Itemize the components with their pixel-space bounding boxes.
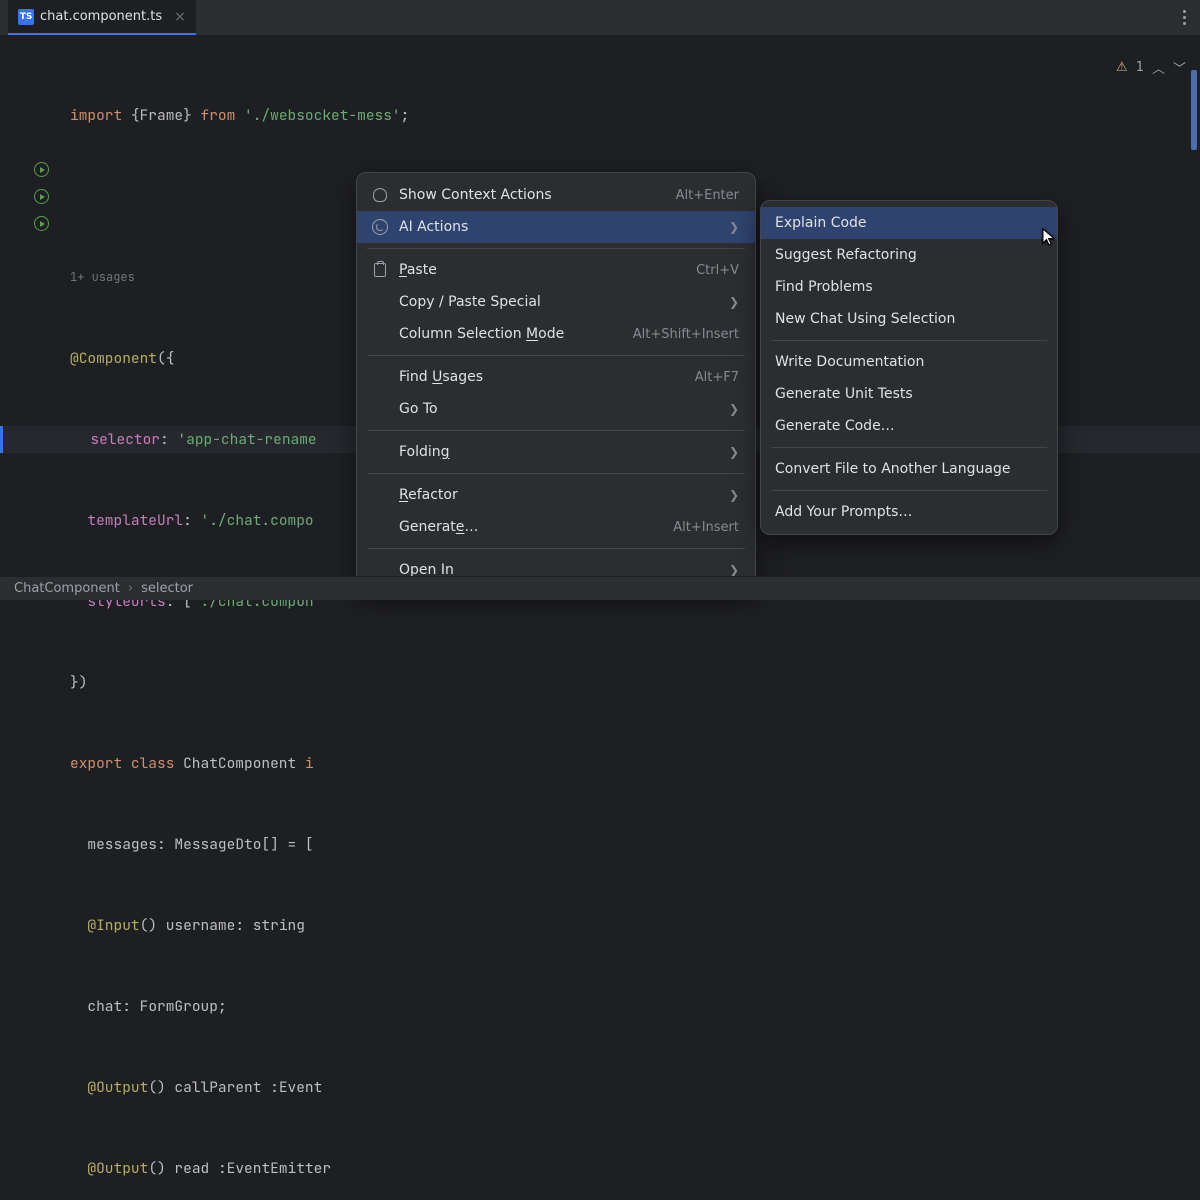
breadcrumb-part[interactable]: selector [141, 581, 193, 596]
typescript-file-icon: TS [18, 9, 34, 25]
menu-separator [367, 473, 745, 474]
breadcrumb-separator-icon: › [128, 581, 133, 596]
menu-item-find-problems[interactable]: Find Problems [761, 271, 1057, 303]
menu-separator [771, 490, 1047, 491]
run-gutter-icon[interactable] [34, 216, 49, 231]
ai-actions-submenu: Explain Code Suggest Refactoring Find Pr… [760, 200, 1058, 535]
menu-item-go-to[interactable]: Go To ❯ [357, 393, 755, 425]
menu-item-refactor[interactable]: Refactor ❯ [357, 479, 755, 511]
submenu-arrow-icon: ❯ [729, 488, 739, 502]
editor-tab-active[interactable]: TS chat.component.ts × [8, 0, 196, 35]
menu-separator [367, 548, 745, 549]
menu-item-suggest-refactoring[interactable]: Suggest Refactoring [761, 239, 1057, 271]
close-tab-icon[interactable]: × [174, 9, 186, 25]
menu-item-explain-code[interactable]: Explain Code [761, 207, 1057, 239]
mouse-cursor-icon [1042, 228, 1056, 246]
tab-filename: chat.component.ts [40, 9, 162, 24]
breadcrumb[interactable]: ChatComponent › selector [0, 576, 1200, 600]
run-gutter-icon[interactable] [34, 162, 49, 177]
paste-icon [371, 263, 389, 277]
editor-gutter [0, 48, 55, 237]
menu-item-generate-code[interactable]: Generate Code… [761, 410, 1057, 442]
menu-separator [367, 430, 745, 431]
menu-item-copy-paste-special[interactable]: Copy / Paste Special ❯ [357, 286, 755, 318]
menu-item-folding[interactable]: Folding ❯ [357, 436, 755, 468]
bulb-icon [371, 188, 389, 202]
menu-item-generate[interactable]: Generate… Alt+Insert [357, 511, 755, 543]
editor-context-menu: Show Context Actions Alt+Enter AI Action… [356, 172, 756, 593]
menu-item-new-chat-selection[interactable]: New Chat Using Selection [761, 303, 1057, 335]
editor-tab-bar: TS chat.component.ts × [0, 0, 1200, 36]
menu-item-context-actions[interactable]: Show Context Actions Alt+Enter [357, 179, 755, 211]
submenu-arrow-icon: ❯ [729, 445, 739, 459]
ai-icon [371, 219, 389, 235]
submenu-arrow-icon: ❯ [729, 402, 739, 416]
menu-item-ai-actions[interactable]: AI Actions ❯ [357, 211, 755, 243]
breadcrumb-part[interactable]: ChatComponent [14, 581, 120, 596]
menu-item-convert-file[interactable]: Convert File to Another Language [761, 453, 1057, 485]
submenu-arrow-icon: ❯ [729, 563, 739, 577]
submenu-arrow-icon: ❯ [729, 220, 739, 234]
menu-item-find-usages[interactable]: Find Usages Alt+F7 [357, 361, 755, 393]
menu-separator [771, 447, 1047, 448]
menu-separator [771, 340, 1047, 341]
tab-more-icon[interactable] [1183, 10, 1186, 25]
menu-item-add-prompts[interactable]: Add Your Prompts… [761, 496, 1057, 528]
menu-separator [367, 248, 745, 249]
menu-item-generate-tests[interactable]: Generate Unit Tests [761, 378, 1057, 410]
menu-item-paste[interactable]: Paste Ctrl+V [357, 254, 755, 286]
run-gutter-icon[interactable] [34, 189, 49, 204]
submenu-arrow-icon: ❯ [729, 295, 739, 309]
menu-separator [367, 355, 745, 356]
menu-item-write-doc[interactable]: Write Documentation [761, 346, 1057, 378]
menu-item-column-selection[interactable]: Column Selection Mode Alt+Shift+Insert [357, 318, 755, 350]
